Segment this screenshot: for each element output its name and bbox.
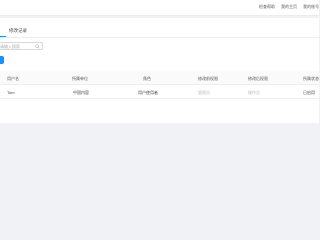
main-panel: 修改记录 请输入搜索 用户名 所属单位 角色 修改前权限 修改后权限 所属状态 …	[0, 18, 319, 123]
cell-before: 管理员	[198, 89, 210, 95]
top-link-account[interactable]: 我的账号	[303, 4, 319, 10]
column-header-after: 修改后权限	[248, 75, 268, 81]
column-header-role: 角色	[143, 75, 151, 81]
column-header-before: 修改前权限	[198, 75, 218, 81]
cell-unit: 中国内容	[73, 89, 89, 95]
column-header-unit: 所属单位	[72, 75, 88, 81]
search-icon[interactable]	[35, 43, 40, 49]
table-header: 用户名 所属单位 角色 修改前权限 修改后权限 所属状态	[0, 71, 319, 85]
action-button[interactable]	[0, 56, 4, 64]
table-row[interactable]: Tom 中国内容 用户使用者 管理员 操作员 已启用	[0, 85, 319, 99]
cell-after: 操作员	[248, 89, 260, 95]
top-bar: 检查帮助 我的主页 我的账号	[0, 0, 319, 16]
cell-role: 用户使用者	[138, 89, 158, 95]
top-links: 检查帮助 我的主页 我的账号	[259, 4, 319, 10]
column-header-username: 用户名	[7, 75, 19, 81]
cell-username: Tom	[7, 89, 15, 95]
search-placeholder: 请输入搜索	[0, 44, 20, 49]
cell-status: 已启用	[303, 89, 315, 95]
search-input[interactable]: 请输入搜索	[0, 42, 43, 50]
column-header-status: 所属状态	[303, 75, 319, 81]
tab-divider	[0, 36, 319, 38]
tab-modify-records[interactable]: 修改记录	[9, 28, 27, 34]
top-link-help[interactable]: 检查帮助	[259, 4, 275, 10]
top-link-home[interactable]: 我的主页	[281, 4, 297, 10]
